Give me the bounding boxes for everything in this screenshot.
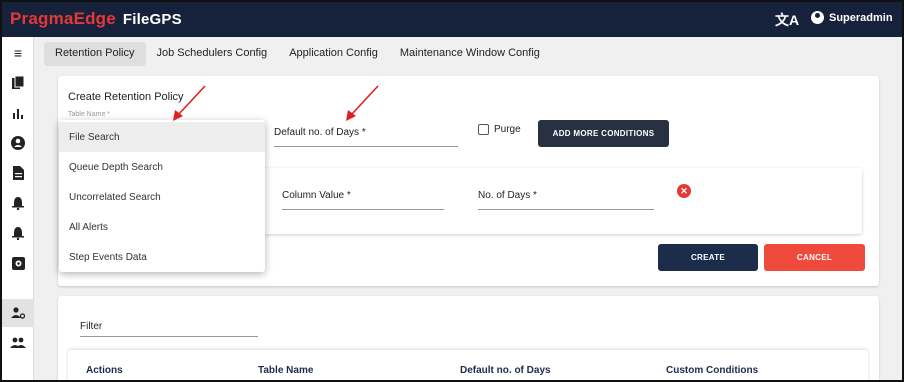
purge-checkbox[interactable] — [478, 124, 489, 135]
table-header: Actions Table Name Default no. of Days C… — [68, 350, 868, 380]
create-button[interactable]: CREATE — [658, 244, 758, 271]
condition-days-label: No. of Days * — [478, 190, 537, 201]
dropdown-option[interactable]: Queue Depth Search — [59, 152, 265, 182]
document-icon[interactable] — [2, 159, 34, 187]
top-bar: PragmaEdge FileGPS 文A Superadmin — [2, 2, 902, 37]
tab-application-config[interactable]: Application Config — [278, 42, 389, 66]
filter-label: Filter — [80, 320, 103, 332]
column-header-table-name[interactable]: Table Name — [258, 365, 313, 376]
purge-toggle[interactable]: Purge — [478, 124, 521, 135]
remove-condition-icon[interactable]: ✕ — [677, 184, 691, 198]
column-value-label: Column Value * — [282, 190, 351, 201]
dropdown-option[interactable]: File Search — [59, 122, 265, 152]
table-name-label: Table Name * — [68, 111, 111, 118]
table-name-dropdown: File Search Queue Depth Search Uncorrela… — [59, 120, 265, 272]
bell-icon[interactable] — [2, 189, 34, 217]
dropdown-option[interactable]: Uncorrelated Search — [59, 182, 265, 212]
app-logo[interactable]: PragmaEdge FileGPS — [10, 9, 182, 29]
user-settings-icon[interactable] — [2, 299, 34, 327]
app-window: PragmaEdge FileGPS 文A Superadmin ≡ Reten… — [0, 0, 904, 382]
dropdown-option[interactable]: All Alerts — [59, 212, 265, 242]
card-title: Create Retention Policy — [68, 91, 184, 103]
bar-chart-icon[interactable] — [2, 99, 34, 127]
column-value-field[interactable]: Column Value * — [282, 190, 444, 210]
user-menu[interactable]: Superadmin — [811, 11, 893, 24]
group-icon[interactable] — [2, 329, 34, 357]
account-icon — [811, 11, 824, 24]
tab-retention-policy[interactable]: Retention Policy — [44, 42, 146, 66]
default-days-field[interactable]: Default no. of Days * — [274, 127, 458, 147]
sidebar: ≡ — [2, 37, 34, 380]
product-name: FileGPS — [122, 11, 182, 28]
account-circle-icon[interactable] — [2, 129, 34, 157]
alert-bell-icon[interactable] — [2, 219, 34, 247]
retention-policy-list-card: Filter Actions Table Name Default no. of… — [58, 296, 879, 380]
cancel-button[interactable]: CANCEL — [764, 244, 865, 271]
menu-icon[interactable]: ≡ — [2, 39, 34, 67]
column-header-default-days[interactable]: Default no. of Days — [460, 365, 551, 376]
tab-job-schedulers-config[interactable]: Job Schedulers Config — [146, 42, 279, 66]
column-header-actions[interactable]: Actions — [86, 365, 123, 376]
user-name: Superadmin — [829, 11, 893, 24]
add-more-conditions-button[interactable]: ADD MORE CONDITIONS — [538, 120, 669, 147]
column-header-custom-conditions[interactable]: Custom Conditions — [666, 365, 758, 376]
default-days-label: Default no. of Days * — [274, 127, 366, 138]
settings-icon[interactable] — [2, 249, 34, 277]
brand-name: PragmaEdge — [10, 9, 116, 28]
filter-input[interactable]: Filter — [80, 316, 258, 337]
purge-label: Purge — [494, 124, 521, 135]
files-icon[interactable] — [2, 69, 34, 97]
dropdown-option[interactable]: Step Events Data — [59, 242, 265, 272]
condition-days-field[interactable]: No. of Days * — [478, 190, 654, 210]
config-tabs: Retention Policy Job Schedulers Config A… — [44, 42, 551, 66]
tab-maintenance-window-config[interactable]: Maintenance Window Config — [389, 42, 551, 66]
translate-icon[interactable]: 文A — [775, 10, 799, 30]
